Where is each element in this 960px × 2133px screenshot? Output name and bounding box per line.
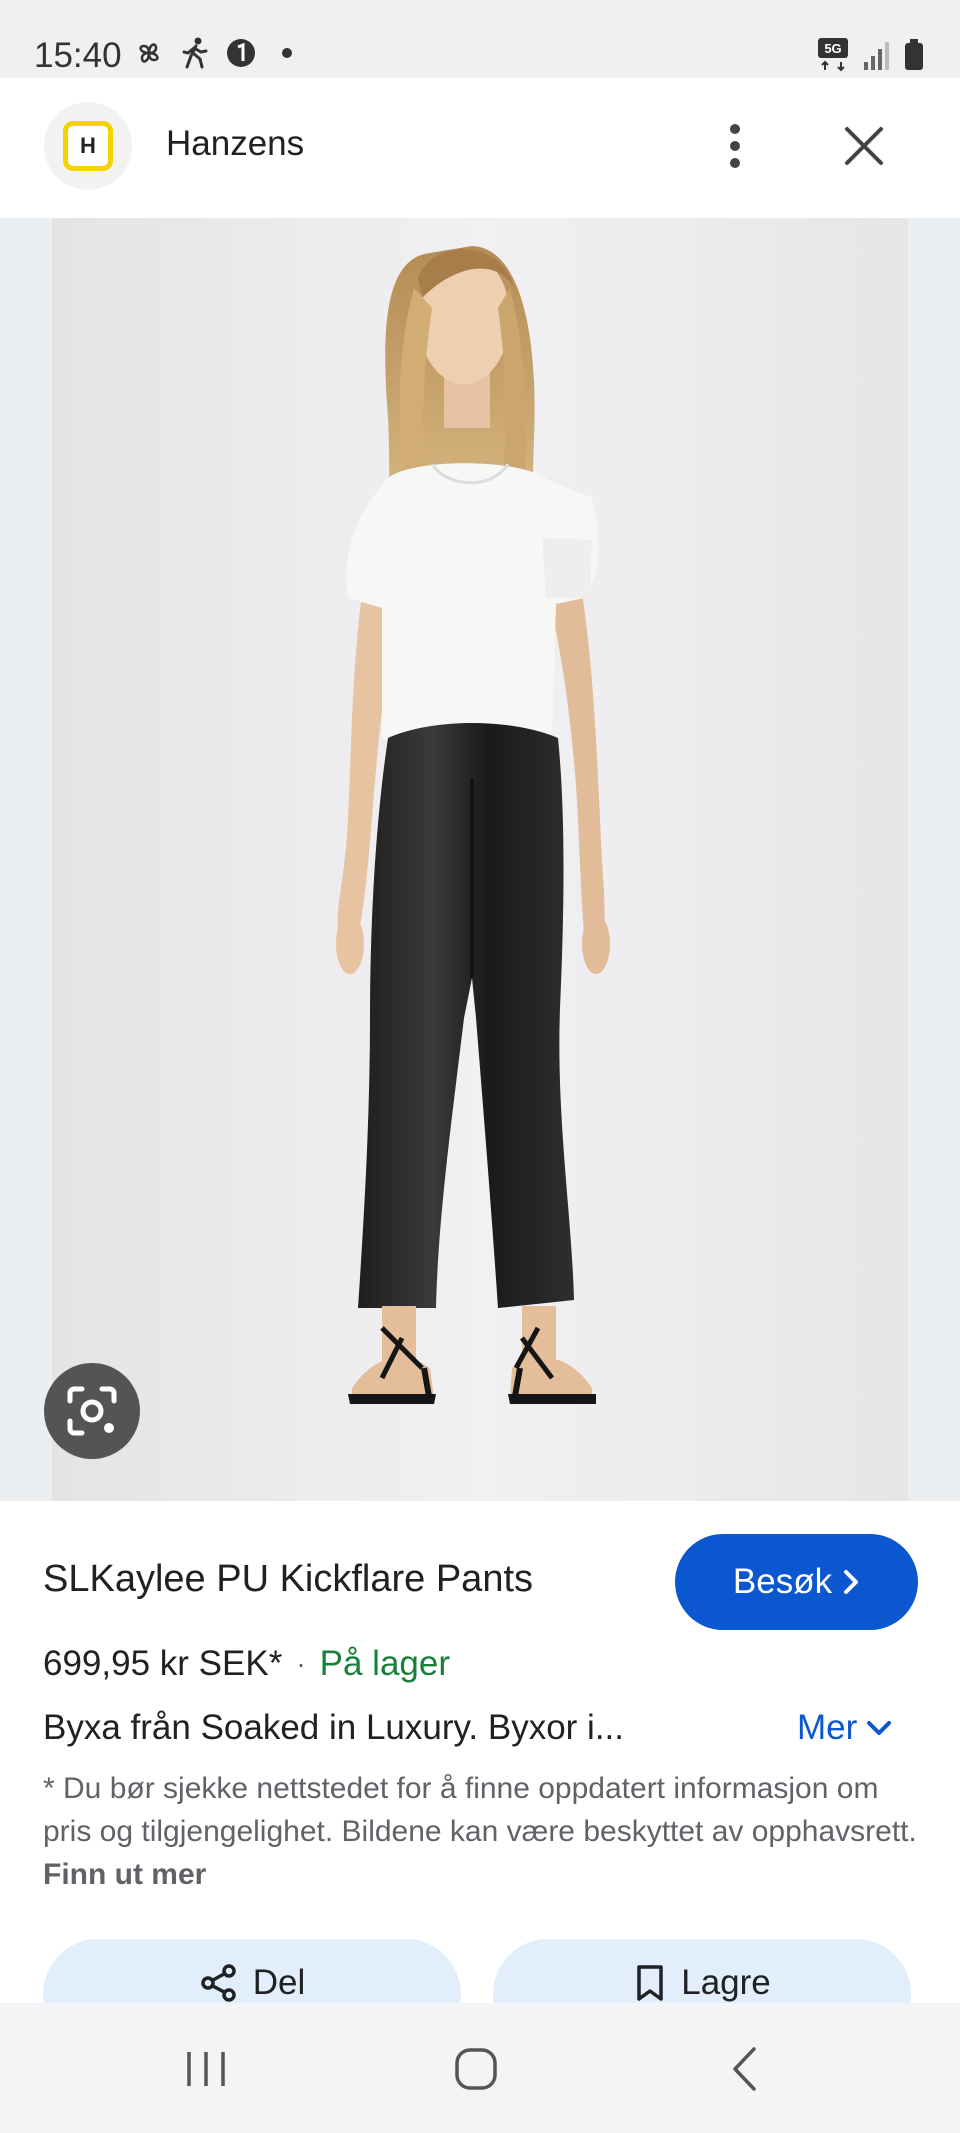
- product-image[interactable]: [52, 218, 908, 1501]
- product-details: SLKaylee PU Kickflare Pants Besøk 699,95…: [0, 1501, 960, 2049]
- visit-button-label: Besøk: [732, 1562, 833, 1601]
- visit-button[interactable]: Besøk: [675, 1534, 918, 1630]
- disclaimer-text: * Du bør sjekke nettstedet for å finne o…: [43, 1772, 917, 1848]
- back-icon: [733, 2047, 756, 2091]
- recents-button[interactable]: [176, 2039, 236, 2099]
- chevron-down-icon: [867, 1721, 892, 1735]
- hanzens-logo-icon: H: [63, 121, 113, 171]
- save-button-label: Lagre: [681, 1963, 771, 2002]
- price: 699,95 kr SEK*: [43, 1644, 283, 1683]
- signal-icon: [864, 42, 889, 70]
- back-button[interactable]: [716, 2039, 776, 2099]
- product-title: SLKaylee PU Kickflare Pants: [43, 1558, 534, 1600]
- recents-icon: [187, 2052, 225, 2086]
- learn-more-link[interactable]: Finn ut mer: [43, 1858, 206, 1891]
- battery-icon: [905, 39, 923, 70]
- more-vert-icon: [730, 124, 740, 168]
- screen: 15:40 5G H Hanzens SLKaylee PU Kickflare…: [0, 0, 960, 2133]
- lens-icon: [67, 1386, 117, 1436]
- status-bar: 15:40 5G: [0, 0, 960, 78]
- status-icons-left: [132, 36, 304, 70]
- site-logo[interactable]: H: [44, 102, 132, 190]
- separator: ·: [296, 1648, 306, 1679]
- status-time: 15:40: [34, 36, 122, 75]
- image-viewer[interactable]: [0, 218, 960, 1501]
- more-button-label: Mer: [797, 1708, 858, 1747]
- more-button[interactable]: Mer: [797, 1708, 893, 1748]
- model-illustration: [52, 218, 908, 1501]
- system-nav-bar: [0, 2003, 960, 2133]
- bookmark-icon: [637, 1965, 663, 2001]
- svg-text:5G: 5G: [824, 41, 841, 56]
- share-icon: [200, 1964, 236, 2002]
- chevron-right-icon: [844, 1570, 859, 1594]
- site-name[interactable]: Hanzens: [166, 124, 304, 164]
- home-icon: [455, 2048, 497, 2090]
- close-button[interactable]: [838, 114, 890, 178]
- dot-icon: [282, 48, 292, 58]
- disclaimer: * Du bør sjekke nettstedet for å finne o…: [43, 1767, 923, 1896]
- walking-person-icon: [182, 37, 208, 69]
- stock-status: På lager: [319, 1644, 451, 1683]
- product-description: Byxa från Soaked in Luxury. Byxor i...: [43, 1708, 625, 1747]
- price-line: 699,95 kr SEK* · På lager: [43, 1644, 450, 1684]
- notification-badge-icon: [227, 39, 255, 67]
- google-lens-button[interactable]: [44, 1363, 140, 1459]
- 5g-icon: 5G: [818, 38, 848, 72]
- app-header: H Hanzens: [0, 78, 960, 218]
- close-icon: [845, 127, 883, 165]
- status-icons-right: 5G: [816, 36, 926, 72]
- pinwheel-icon: [139, 43, 159, 63]
- home-button[interactable]: [446, 2039, 506, 2099]
- share-button-label: Del: [252, 1963, 306, 2002]
- more-options-button[interactable]: [710, 114, 760, 178]
